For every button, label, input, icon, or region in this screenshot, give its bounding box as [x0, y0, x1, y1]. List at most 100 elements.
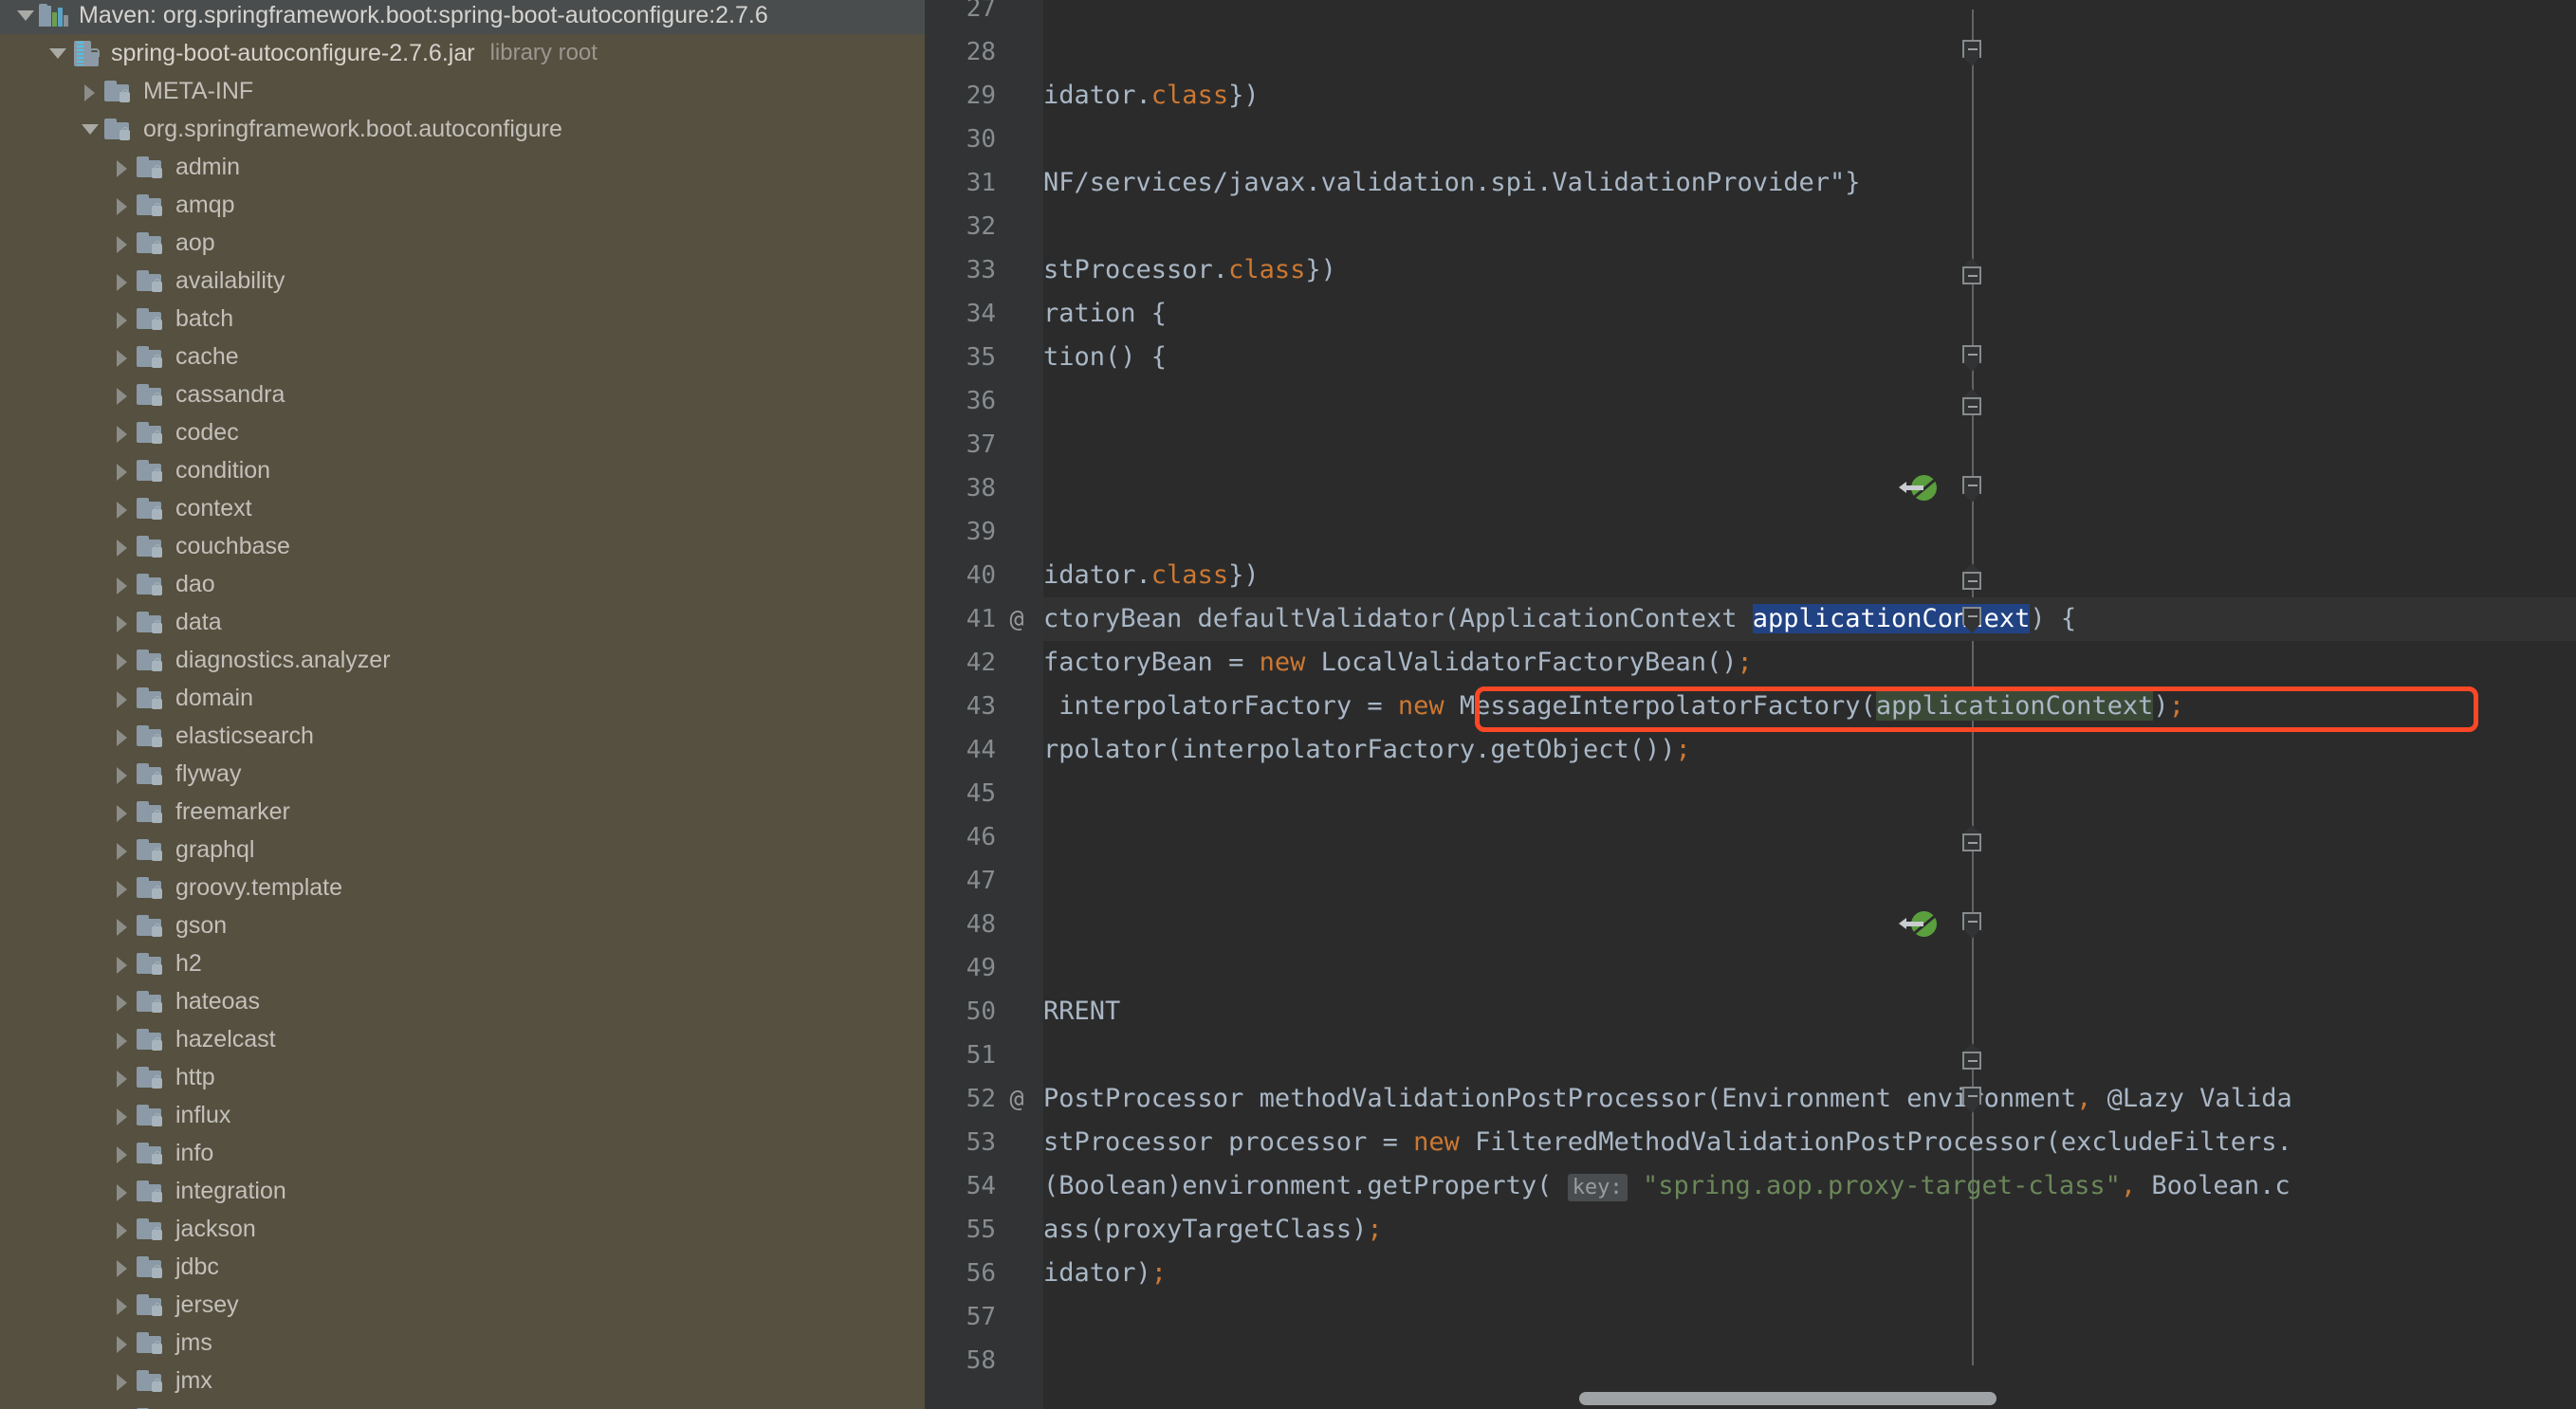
chevron-right-icon[interactable] — [108, 186, 135, 224]
chevron-right-icon[interactable] — [108, 869, 135, 906]
chevron-right-icon[interactable] — [108, 717, 135, 755]
chevron-right-icon[interactable] — [108, 375, 135, 413]
tree-row[interactable]: influx — [0, 1096, 925, 1134]
chevron-down-icon[interactable] — [11, 0, 38, 34]
fold-region-end-icon[interactable] — [1962, 389, 1983, 415]
tree-row[interactable]: META-INF — [0, 72, 925, 110]
chevron-right-icon[interactable] — [108, 944, 135, 982]
chevron-right-icon[interactable] — [108, 451, 135, 489]
tree-row[interactable]: jms — [0, 1324, 925, 1362]
code-line[interactable]: stProcessor processor = new FilteredMeth… — [1043, 1121, 2292, 1164]
tree-row[interactable]: jmx — [0, 1362, 925, 1400]
chevron-right-icon[interactable] — [108, 565, 135, 603]
tree-row[interactable]: org.springframework.boot.autoconfigure — [0, 110, 925, 148]
tree-row[interactable]: jooq — [0, 1400, 925, 1409]
fold-region-start-icon[interactable] — [1962, 345, 1983, 372]
fold-region-end-icon[interactable] — [1962, 563, 1983, 590]
fold-region-start-icon[interactable] — [1962, 912, 1983, 939]
fold-region-start-icon[interactable] — [1962, 40, 1983, 66]
chevron-right-icon[interactable] — [108, 1020, 135, 1058]
chevron-right-icon[interactable] — [108, 1324, 135, 1362]
tree-row[interactable]: groovy.template — [0, 869, 925, 906]
chevron-right-icon[interactable] — [76, 72, 102, 110]
chevron-down-icon[interactable] — [76, 110, 102, 148]
tree-row[interactable]: hateoas — [0, 982, 925, 1020]
tree-row[interactable]: availability — [0, 262, 925, 300]
tree-row[interactable]: context — [0, 489, 925, 527]
code-line[interactable]: interpolatorFactory = new MessageInterpo… — [1043, 685, 2184, 728]
code-line[interactable]: idator.class}) — [1043, 554, 1260, 597]
chevron-right-icon[interactable] — [108, 300, 135, 338]
annotation-gutter-marker[interactable]: @ — [1003, 1077, 1031, 1121]
tree-row[interactable]: couchbase — [0, 527, 925, 565]
tree-row[interactable]: hazelcast — [0, 1020, 925, 1058]
code-line[interactable]: rpolator(interpolatorFactory.getObject()… — [1043, 728, 1691, 772]
tree-row[interactable]: cache — [0, 338, 925, 375]
code-line[interactable]: tion() { — [1043, 336, 1167, 379]
tree-row[interactable]: jersey — [0, 1286, 925, 1324]
tree-row[interactable]: condition — [0, 451, 925, 489]
code-line[interactable]: ass(proxyTargetClass); — [1043, 1208, 1383, 1252]
tree-row[interactable]: graphql — [0, 831, 925, 869]
tree-row[interactable]: info — [0, 1134, 925, 1172]
chevron-right-icon[interactable] — [108, 982, 135, 1020]
chevron-right-icon[interactable] — [108, 338, 135, 375]
tree-row[interactable]: flyway — [0, 755, 925, 793]
horizontal-scrollbar[interactable] — [1579, 1392, 1996, 1405]
tree-row[interactable]: Maven: org.springframework.boot:spring-b… — [0, 0, 925, 34]
tree-row[interactable]: batch — [0, 300, 925, 338]
chevron-right-icon[interactable] — [108, 224, 135, 262]
chevron-right-icon[interactable] — [108, 1210, 135, 1248]
code-line[interactable]: idator); — [1043, 1252, 1167, 1295]
chevron-right-icon[interactable] — [108, 906, 135, 944]
code-line[interactable]: idator.class}) — [1043, 74, 1260, 118]
tree-row[interactable]: admin — [0, 148, 925, 186]
tree-row[interactable]: diagnostics.analyzer — [0, 641, 925, 679]
chevron-down-icon[interactable] — [44, 34, 70, 72]
chevron-right-icon[interactable] — [108, 1172, 135, 1210]
chevron-right-icon[interactable] — [108, 1400, 135, 1409]
editor-text-area[interactable]: idator.class}) NF/services/javax.validati… — [1043, 0, 2576, 1409]
tree-row[interactable]: http — [0, 1058, 925, 1096]
code-line[interactable]: factoryBean = new LocalValidatorFactoryB… — [1043, 641, 1753, 685]
tree-row[interactable]: cassandra — [0, 375, 925, 413]
tree-row[interactable]: aop — [0, 224, 925, 262]
tree-row[interactable]: gson — [0, 906, 925, 944]
fold-region-end-icon[interactable] — [1962, 825, 1983, 851]
chevron-right-icon[interactable] — [108, 1096, 135, 1134]
chevron-right-icon[interactable] — [108, 148, 135, 186]
tree-row[interactable]: h2 — [0, 944, 925, 982]
editor-gutter[interactable]: 27 28 29 30 31 32 33 34 35 36 37 38 39 40 41 @42 43 44 45 4… — [925, 0, 1043, 1409]
code-line[interactable]: (Boolean)environment.getProperty( key: "… — [1043, 1164, 2291, 1208]
tree-row[interactable]: freemarker — [0, 793, 925, 831]
tree-row[interactable]: jackson — [0, 1210, 925, 1248]
fold-region-start-icon[interactable] — [1962, 476, 1983, 503]
fold-region-start-icon[interactable] — [1962, 607, 1983, 633]
annotation-gutter-marker[interactable]: @ — [1003, 597, 1031, 641]
chevron-right-icon[interactable] — [108, 831, 135, 869]
tree-row[interactable]: domain — [0, 679, 925, 717]
code-line[interactable]: RRENT — [1043, 990, 1120, 1034]
code-editor[interactable]: 27 28 29 30 31 32 33 34 35 36 37 38 39 40 41 @42 43 44 45 4… — [925, 0, 2576, 1409]
fold-region-end-icon[interactable] — [1962, 1043, 1983, 1070]
code-line[interactable]: ration { — [1043, 292, 1167, 336]
project-tool-window[interactable]: Maven: org.springframework.boot:spring-b… — [0, 0, 925, 1409]
chevron-right-icon[interactable] — [108, 679, 135, 717]
tree-row[interactable]: spring-boot-autoconfigure-2.7.6.jar libra… — [0, 34, 925, 72]
overridden-method-icon[interactable] — [1899, 911, 1939, 938]
code-line[interactable]: stProcessor.class}) — [1043, 248, 1336, 292]
chevron-right-icon[interactable] — [108, 413, 135, 451]
chevron-right-icon[interactable] — [108, 1362, 135, 1400]
code-line[interactable]: NF/services/javax.validation.spi.Validat… — [1043, 161, 1861, 205]
chevron-right-icon[interactable] — [108, 1058, 135, 1096]
chevron-right-icon[interactable] — [108, 262, 135, 300]
overridden-method-icon[interactable] — [1899, 475, 1939, 502]
chevron-right-icon[interactable] — [108, 1248, 135, 1286]
code-line[interactable]: PostProcessor methodValidationPostProces… — [1043, 1077, 2292, 1121]
chevron-right-icon[interactable] — [108, 489, 135, 527]
tree-row[interactable]: amqp — [0, 186, 925, 224]
chevron-right-icon[interactable] — [108, 793, 135, 831]
fold-region-start-icon[interactable] — [1962, 1087, 1983, 1113]
fold-region-end-icon[interactable] — [1962, 258, 1983, 284]
tree-row[interactable]: elasticsearch — [0, 717, 925, 755]
